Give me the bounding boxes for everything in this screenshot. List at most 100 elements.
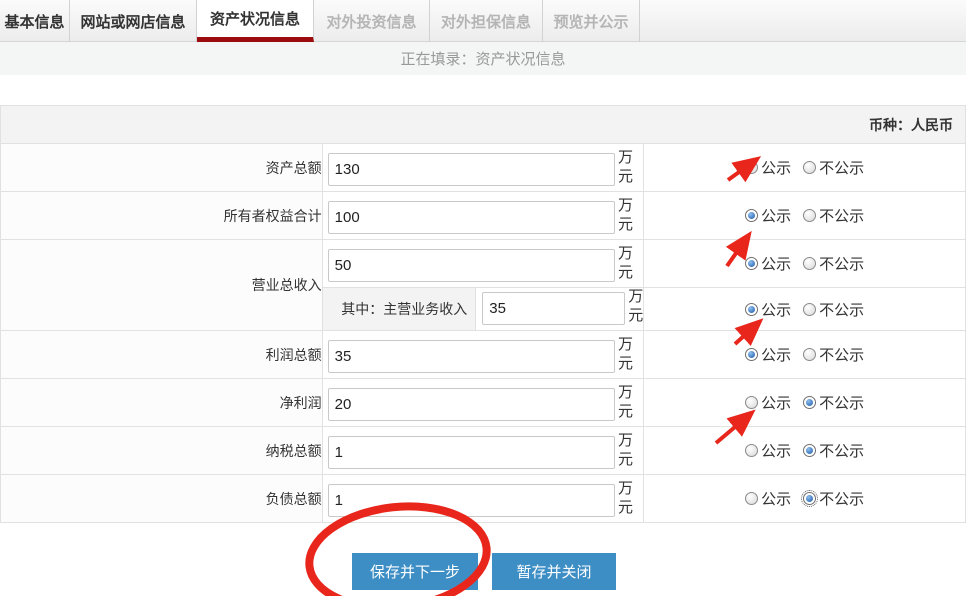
unit-label: 万元 xyxy=(618,335,643,373)
public-radio-label: 公示 xyxy=(761,205,791,226)
row-label-total-tax: 纳税总额 xyxy=(1,427,323,475)
table-row: 所有者权益合计 万元 公示 不公示 xyxy=(1,192,966,240)
private-radio[interactable] xyxy=(803,161,816,174)
public-radio-option[interactable]: 公示 xyxy=(745,253,791,274)
net-profit-input[interactable] xyxy=(328,388,615,421)
row-label-total-revenue: 营业总收入 xyxy=(1,240,323,331)
private-radio-option[interactable]: 不公示 xyxy=(803,299,864,320)
private-radio-label: 不公示 xyxy=(819,488,864,509)
row-label-owner-equity: 所有者权益合计 xyxy=(1,192,323,240)
private-radio[interactable] xyxy=(803,444,816,457)
private-radio-option[interactable]: 不公示 xyxy=(803,253,864,274)
private-radio-label: 不公示 xyxy=(819,253,864,274)
unit-label: 万元 xyxy=(618,479,643,517)
private-radio-option[interactable]: 不公示 xyxy=(803,344,864,365)
tab-basic-info[interactable]: 基本信息 xyxy=(0,0,70,42)
table-row: 净利润 万元 公示 不公示 xyxy=(1,379,966,427)
currency-label: 币种：人民币 xyxy=(869,117,953,133)
private-radio-option[interactable]: 不公示 xyxy=(803,157,864,178)
tabbar-filler xyxy=(640,0,966,41)
private-radio-option[interactable]: 不公示 xyxy=(803,440,864,461)
private-radio-option[interactable]: 不公示 xyxy=(803,205,864,226)
row-label-net-profit: 净利润 xyxy=(1,379,323,427)
tab-label: 对外担保信息 xyxy=(441,11,531,32)
unit-label: 万元 xyxy=(618,244,643,282)
total-profit-input[interactable] xyxy=(328,340,615,373)
table-row: 纳税总额 万元 公示 不公示 xyxy=(1,427,966,475)
currency-header-cell: 币种：人民币 xyxy=(1,106,966,144)
unit-label: 万元 xyxy=(618,383,643,421)
private-radio[interactable] xyxy=(803,348,816,361)
save-and-close-button[interactable]: 暂存并关闭 xyxy=(492,553,616,590)
public-radio-option[interactable]: 公示 xyxy=(745,299,791,320)
main-business-income-input[interactable] xyxy=(482,292,625,325)
publicity-radio-group: 公示 不公示 xyxy=(644,440,965,461)
public-radio-label: 公示 xyxy=(761,253,791,274)
public-radio[interactable] xyxy=(745,303,758,316)
unit-label: 万元 xyxy=(618,196,643,234)
private-radio-label: 不公示 xyxy=(819,344,864,365)
public-radio[interactable] xyxy=(745,348,758,361)
unit-label: 万元 xyxy=(618,431,643,469)
public-radio-label: 公示 xyxy=(761,488,791,509)
tab-bar: 基本信息 网站或网店信息 资产状况信息 对外投资信息 对外担保信息 预览并公示 xyxy=(0,0,966,42)
private-radio[interactable] xyxy=(803,257,816,270)
row-label-total-liabilities: 负债总额 xyxy=(1,475,323,523)
total-revenue-input[interactable] xyxy=(328,249,615,282)
publicity-radio-group: 公示 不公示 xyxy=(644,205,965,226)
public-radio-option[interactable]: 公示 xyxy=(745,157,791,178)
save-and-next-button[interactable]: 保存并下一步 xyxy=(352,553,478,590)
private-radio-label: 不公示 xyxy=(819,299,864,320)
publicity-radio-group: 公示 不公示 xyxy=(644,299,965,320)
tab-external-investment-info: 对外投资信息 xyxy=(314,0,430,42)
private-radio-option[interactable]: 不公示 xyxy=(803,488,864,509)
tab-label: 对外投资信息 xyxy=(326,11,416,32)
tab-label: 预览并公示 xyxy=(553,11,628,32)
public-radio[interactable] xyxy=(745,492,758,505)
private-radio[interactable] xyxy=(803,209,816,222)
public-radio[interactable] xyxy=(745,257,758,270)
public-radio[interactable] xyxy=(745,396,758,409)
public-radio-label: 公示 xyxy=(761,299,791,320)
tab-label: 网站或网店信息 xyxy=(80,11,185,32)
total-liabilities-input[interactable] xyxy=(328,484,615,517)
private-radio-label: 不公示 xyxy=(819,157,864,178)
private-radio[interactable] xyxy=(803,396,816,409)
currency-header-row: 币种：人民币 xyxy=(1,106,966,144)
row-label-total-profit: 利润总额 xyxy=(1,331,323,379)
tab-label: 资产状况信息 xyxy=(210,8,300,29)
publicity-radio-group: 公示 不公示 xyxy=(644,344,965,365)
public-radio-option[interactable]: 公示 xyxy=(745,205,791,226)
total-assets-input[interactable] xyxy=(328,153,615,186)
tab-website-info[interactable]: 网站或网店信息 xyxy=(70,0,197,42)
tab-asset-status-info[interactable]: 资产状况信息 xyxy=(197,0,314,42)
total-tax-input[interactable] xyxy=(328,436,615,469)
asset-table: 币种：人民币 资产总额 万元 公示 不 xyxy=(0,105,966,523)
private-radio-option[interactable]: 不公示 xyxy=(803,392,864,413)
public-radio[interactable] xyxy=(745,161,758,174)
row-label-total-assets: 资产总额 xyxy=(1,144,323,192)
publicity-radio-group: 公示 不公示 xyxy=(644,392,965,413)
private-radio[interactable] xyxy=(803,492,816,505)
public-radio-label: 公示 xyxy=(761,440,791,461)
public-radio[interactable] xyxy=(745,444,758,457)
status-banner-text: 正在填录：资产状况信息 xyxy=(400,48,565,69)
asset-status-form-page: 基本信息 网站或网店信息 资产状况信息 对外投资信息 对外担保信息 预览并公示 … xyxy=(0,0,966,596)
public-radio[interactable] xyxy=(745,209,758,222)
private-radio-label: 不公示 xyxy=(819,440,864,461)
public-radio-label: 公示 xyxy=(761,392,791,413)
unit-label: 万元 xyxy=(628,287,643,325)
public-radio-option[interactable]: 公示 xyxy=(745,440,791,461)
public-radio-option[interactable]: 公示 xyxy=(745,392,791,413)
owner-equity-input[interactable] xyxy=(328,201,615,234)
public-radio-option[interactable]: 公示 xyxy=(745,344,791,365)
tab-label: 基本信息 xyxy=(4,11,64,32)
tab-external-guarantee-info: 对外担保信息 xyxy=(430,0,543,42)
public-radio-option[interactable]: 公示 xyxy=(745,488,791,509)
private-radio-label: 不公示 xyxy=(819,392,864,413)
publicity-radio-group: 公示 不公示 xyxy=(644,488,965,509)
form-actions: 保存并下一步 暂存并关闭 xyxy=(352,553,616,590)
tab-preview-publicize: 预览并公示 xyxy=(543,0,640,42)
table-row: 负债总额 万元 公示 不公示 xyxy=(1,475,966,523)
private-radio[interactable] xyxy=(803,303,816,316)
